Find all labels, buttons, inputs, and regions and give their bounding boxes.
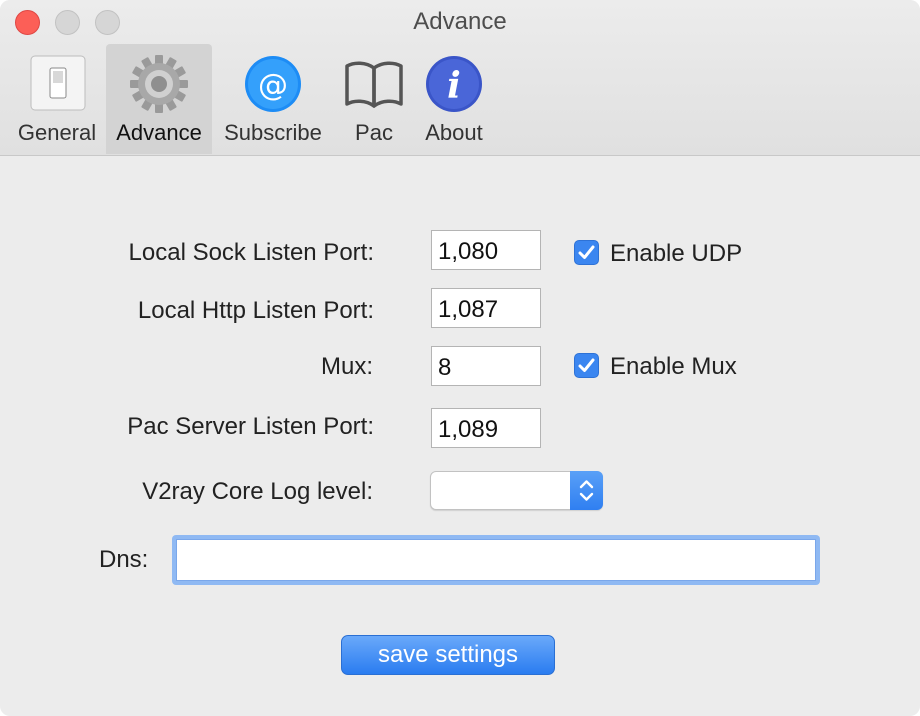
gear-icon xyxy=(130,55,188,113)
enable-udp-checkbox[interactable] xyxy=(574,240,599,265)
checkmark-icon xyxy=(578,358,595,372)
dns-label: Dns: xyxy=(99,546,149,573)
tab-label: General xyxy=(17,120,97,145)
tab-label: Subscribe xyxy=(224,120,322,145)
select-stepper[interactable] xyxy=(570,471,603,510)
tab-advance[interactable]: Advance xyxy=(106,44,212,154)
at-sign-icon: @ xyxy=(245,56,301,112)
switch-icon xyxy=(30,55,86,111)
tab-subscribe[interactable]: @ Subscribe xyxy=(216,44,330,154)
log-level-select[interactable] xyxy=(430,471,603,510)
mux-input[interactable] xyxy=(431,346,541,386)
tab-pac[interactable]: Pac xyxy=(338,44,410,154)
info-icon: i xyxy=(426,56,482,112)
http-port-label: Local Http Listen Port: xyxy=(137,297,374,324)
svg-text:@: @ xyxy=(258,68,288,103)
up-down-chevron-icon xyxy=(579,480,594,501)
dns-field-focus-ring xyxy=(172,535,820,585)
sock-port-input[interactable] xyxy=(431,230,541,270)
enable-mux-label: Enable Mux xyxy=(610,353,737,380)
enable-udp-label: Enable UDP xyxy=(610,240,743,267)
tab-label: Advance xyxy=(116,120,202,145)
tab-general[interactable]: General xyxy=(8,44,106,154)
tab-label: About xyxy=(425,120,483,145)
tab-about[interactable]: i About xyxy=(414,44,494,154)
preferences-window: Advance General Advance @ Subscribe Pac … xyxy=(0,0,920,716)
book-icon xyxy=(345,61,403,108)
tab-label: Pac xyxy=(355,120,393,145)
log-level-label: V2ray Core Log level: xyxy=(142,478,373,505)
http-port-input[interactable] xyxy=(431,288,541,328)
pac-port-label: Pac Server Listen Port: xyxy=(127,413,374,440)
save-settings-button[interactable]: save settings xyxy=(341,635,555,675)
pac-port-input[interactable] xyxy=(431,408,541,448)
svg-text:i: i xyxy=(447,65,461,107)
toolbar: Advance General Advance @ Subscribe Pac … xyxy=(0,0,920,156)
enable-mux-checkbox[interactable] xyxy=(574,353,599,378)
sock-port-label: Local Sock Listen Port: xyxy=(128,239,374,266)
checkmark-icon xyxy=(578,245,595,259)
dns-input[interactable] xyxy=(176,539,816,581)
mux-label: Mux: xyxy=(320,353,373,380)
window-title: Advance xyxy=(413,8,507,35)
